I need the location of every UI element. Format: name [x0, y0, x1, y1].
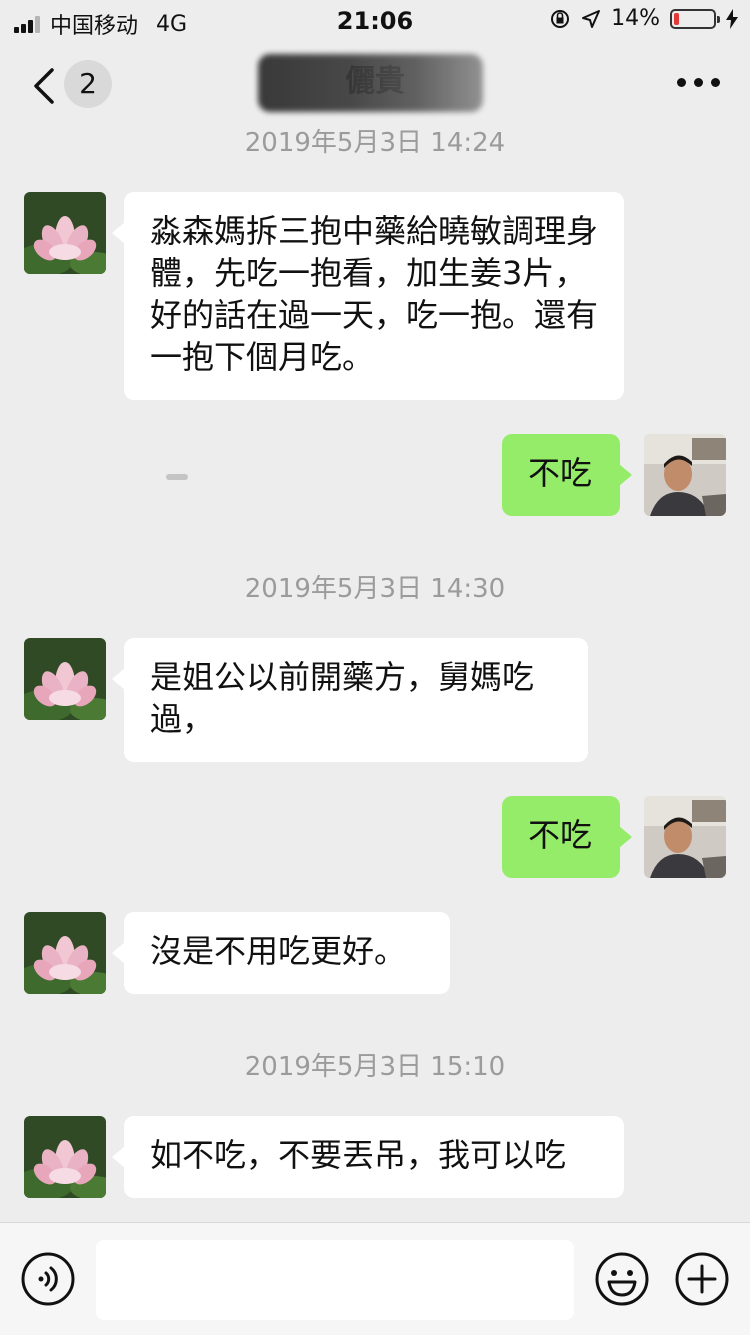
incoming-message-bubble[interactable]: 是姐公以前開藥方，舅媽吃過，: [112, 638, 588, 762]
rotation-lock-icon: [551, 9, 570, 28]
lotus-avatar-icon: [24, 912, 106, 994]
input-bar: [0, 1222, 750, 1335]
charging-bolt-icon: [726, 8, 738, 29]
lotus-avatar-icon: [24, 192, 106, 274]
battery-percent: 14%: [611, 6, 660, 31]
unread-count-badge[interactable]: 2: [64, 60, 112, 108]
title-redaction: [258, 54, 483, 112]
status-right: 14%: [549, 6, 738, 31]
message-timestamp: 2019年5月3日 15:10: [244, 1052, 506, 1082]
screen-smudge: [166, 474, 188, 480]
message-timestamp: 2019年5月3日 14:30: [244, 574, 506, 604]
self-avatar[interactable]: [644, 796, 726, 878]
chat-header: 2 儷貴: [0, 42, 750, 128]
battery-fill: [674, 12, 679, 25]
chevron-left-icon[interactable]: [28, 64, 68, 108]
incoming-message-bubble[interactable]: 沒是不用吃更好。: [112, 912, 450, 994]
self-avatar[interactable]: [644, 434, 726, 516]
battery-icon: [670, 8, 720, 29]
incoming-message-bubble[interactable]: 如不吃，不要丟吊，我可以吃: [112, 1116, 624, 1198]
lotus-avatar-icon: [24, 1116, 106, 1198]
lotus-avatar-icon: [24, 638, 106, 720]
message-input[interactable]: [96, 1240, 574, 1320]
contact-avatar[interactable]: [24, 192, 106, 274]
outgoing-message-bubble[interactable]: 不吃: [502, 434, 632, 516]
contact-avatar[interactable]: [24, 1116, 106, 1198]
user-photo-avatar-icon: [644, 796, 726, 878]
contact-avatar[interactable]: [24, 638, 106, 720]
plus-icon[interactable]: [674, 1251, 730, 1307]
outgoing-message-bubble[interactable]: 不吃: [502, 796, 632, 878]
voice-icon[interactable]: [20, 1251, 76, 1307]
contact-avatar[interactable]: [24, 912, 106, 994]
more-dots-icon[interactable]: [677, 78, 720, 87]
emoji-icon[interactable]: [594, 1251, 650, 1307]
incoming-message-bubble[interactable]: 淼森媽拆三抱中藥給曉敏調理身體，先吃一抱看，加生姜3片，好的話在過一天，吃一抱。…: [112, 192, 624, 400]
location-arrow-icon: [582, 9, 601, 28]
user-photo-avatar-icon: [644, 434, 726, 516]
status-bar: 中国移动 4G 21:06 14%: [0, 0, 750, 42]
message-timestamp: 2019年5月3日 14:24: [244, 128, 506, 158]
